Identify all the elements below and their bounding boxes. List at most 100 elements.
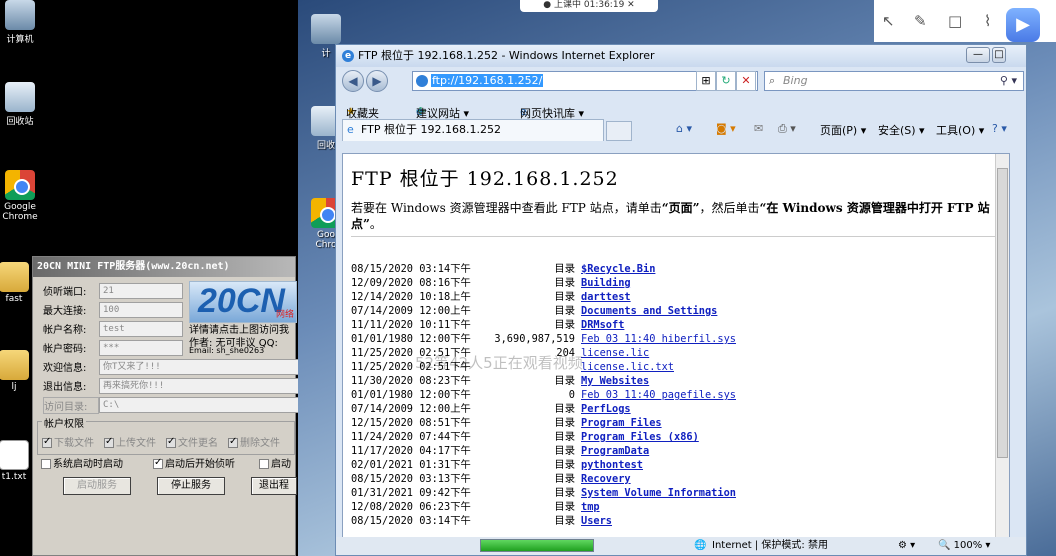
listing-row: 01/01/1980 12:00下午 3,690,987,519 Feb 03 11… (351, 332, 736, 346)
listing-row: 02/01/2021 01:31下午 目录 pythontest (351, 458, 736, 472)
desktop-icon-recycle-bin[interactable]: 回收站 (0, 82, 40, 127)
folder-link[interactable]: System Volume Information (581, 487, 736, 499)
desktop-icon-computer[interactable]: 计算机 (0, 0, 40, 45)
listing-size: 目录 (554, 473, 575, 485)
welcome-field[interactable]: 你T又来了!!! (99, 359, 299, 375)
perm-delete[interactable]: 删除文件 (228, 434, 280, 449)
print-icon[interactable]: ⎙ ▾ (778, 122, 796, 136)
compat-view-icon[interactable]: ⊞ (696, 71, 716, 91)
opt-listen[interactable]: 启动后开始侦听 (153, 455, 235, 470)
ie-page-icon: e (347, 123, 354, 136)
checkbox-icon (228, 436, 238, 448)
listing-size: 目录 (554, 375, 575, 387)
zoom-level[interactable]: 🔍 100% ▾ (938, 537, 990, 555)
port-row: 侦听端口: 21 (43, 283, 183, 299)
desktop-icon-t1-txt[interactable]: t1.txt (0, 440, 34, 482)
folder-link[interactable]: PerfLogs (581, 403, 631, 415)
help-icon[interactable]: ? ▾ (992, 122, 1007, 135)
folder-link[interactable]: Documents and Settings (581, 305, 717, 317)
page-menu[interactable]: 页面(P) ▾ (820, 122, 866, 138)
20cn-logo[interactable]: 20CN 网络 (189, 281, 297, 323)
listing-row: 01/01/1980 12:00下午 0 Feb 03 11:40 pagefile… (351, 388, 736, 402)
page-load-progress (480, 539, 594, 552)
opt-third[interactable]: 启动 (259, 455, 291, 470)
forward-button[interactable]: ▶ (366, 70, 388, 92)
folder-link[interactable]: DRMsoft (581, 319, 624, 331)
minimize-button[interactable]: — (966, 47, 990, 63)
listing-row: 08/15/2020 03:13下午 目录 Recovery (351, 472, 736, 486)
maximize-button[interactable]: □ (992, 47, 1006, 63)
maxconn-row: 最大连接: 100 (43, 302, 183, 318)
tab-ftp[interactable]: e FTP 根位于 192.168.1.252 (342, 119, 604, 141)
listing-size: 目录 (554, 515, 575, 527)
folder-link[interactable]: tmp (581, 501, 600, 513)
folder-link[interactable]: $Recycle.Bin (581, 263, 655, 275)
browse-dir-button[interactable]: 访问目录: (43, 397, 99, 414)
folder-link[interactable]: My Websites (581, 375, 649, 387)
stop-service-button[interactable]: 停止服务 (157, 477, 225, 495)
chrome-icon (5, 170, 35, 200)
computer-icon (311, 14, 341, 44)
back-button[interactable]: ◀ (342, 70, 364, 92)
desktop-icon-chrome[interactable]: Google Chrome (0, 170, 40, 222)
folder-link[interactable]: ProgramData (581, 445, 649, 457)
exit-program-button[interactable]: 退出程 (251, 477, 297, 495)
perm-download[interactable]: 下载文件 (42, 434, 94, 449)
pass-row: 帐户密码: *** (43, 340, 183, 356)
zone-status[interactable]: Internet | 保护模式: 禁用 (712, 537, 828, 555)
protected-mode-icon[interactable]: ⚙ ▾ (898, 537, 915, 555)
username-field[interactable]: test (99, 321, 183, 337)
port-field[interactable]: 21 (99, 283, 183, 299)
file-link[interactable]: license.lic (581, 347, 649, 359)
folder-icon (0, 262, 29, 292)
listing-row: 11/30/2020 08:23下午 目录 My Websites (351, 374, 736, 388)
folder-link[interactable]: Users (581, 515, 612, 527)
checkbox-icon (166, 436, 176, 448)
pen-tool-icon[interactable]: ✎ (914, 12, 927, 30)
desktop-icon-lj[interactable]: lj (0, 350, 34, 392)
new-tab-button[interactable] (606, 121, 632, 141)
draw-tool-icon[interactable]: ⌇ (984, 12, 991, 30)
safety-menu[interactable]: 安全(S) ▾ (878, 122, 925, 138)
maxconn-field[interactable]: 100 (99, 302, 183, 318)
listing-date: 12/14/2020 10:18上午 (351, 291, 471, 303)
exit-message-field[interactable]: 再来搞死你!!! (99, 378, 299, 394)
folder-link[interactable]: Program Files (581, 417, 662, 429)
listing-row: 12/09/2020 08:16下午 目录 Building (351, 276, 736, 290)
file-link[interactable]: Feb 03 11:40 pagefile.sys (581, 389, 736, 401)
perm-upload[interactable]: 上传文件 (104, 434, 156, 449)
listing-size: 目录 (554, 319, 575, 331)
divider (351, 236, 1001, 237)
dir-field[interactable]: C:\ (99, 397, 299, 413)
refresh-icon[interactable]: ↻ (716, 71, 736, 91)
mail-icon[interactable]: ✉ (754, 122, 763, 135)
search-input[interactable]: ⌕ Bing ⚲ ▾ (764, 71, 1024, 91)
folder-link[interactable]: Building (581, 277, 631, 289)
checkbox-icon (259, 459, 269, 469)
folder-link[interactable]: darttest (581, 291, 631, 303)
folder-link[interactable]: pythontest (581, 459, 643, 471)
perm-rename[interactable]: 文件更名 (166, 434, 218, 449)
listing-row: 11/24/2020 07:44下午 目录 Program Files (x86) (351, 430, 736, 444)
listing-date: 11/30/2020 08:23下午 (351, 375, 471, 387)
start-service-button[interactable]: 启动服务 (63, 477, 131, 495)
tools-menu[interactable]: 工具(O) ▾ (936, 122, 984, 138)
opt-autostart[interactable]: 系统启动时启动 (41, 455, 123, 470)
password-field[interactable]: *** (99, 340, 183, 356)
stop-icon[interactable]: ✕ (736, 71, 756, 91)
file-link[interactable]: license.lic.txt (581, 361, 674, 373)
feeds-icon[interactable]: ◙ ▾ (716, 122, 736, 135)
folder-link[interactable]: Recovery (581, 473, 631, 485)
rect-tool-icon[interactable]: □ (948, 12, 962, 30)
desktop-icon-fast[interactable]: fast (0, 262, 34, 304)
vertical-scrollbar[interactable] (995, 154, 1009, 542)
search-go-icon[interactable]: ⚲ ▾ (1000, 72, 1017, 90)
cursor-tool-icon[interactable]: ↖ (882, 12, 895, 30)
file-link[interactable]: Feb 03 11:40 hiberfil.sys (581, 333, 736, 345)
scrollbar-thumb[interactable] (997, 168, 1008, 458)
listing-date: 12/15/2020 08:51下午 (351, 417, 471, 429)
dir-row: 访问目录: C:\ (43, 397, 299, 414)
listing-size: 目录 (554, 501, 575, 513)
folder-link[interactable]: Program Files (x86) (581, 431, 699, 443)
home-icon[interactable]: ⌂ ▾ (676, 122, 692, 135)
